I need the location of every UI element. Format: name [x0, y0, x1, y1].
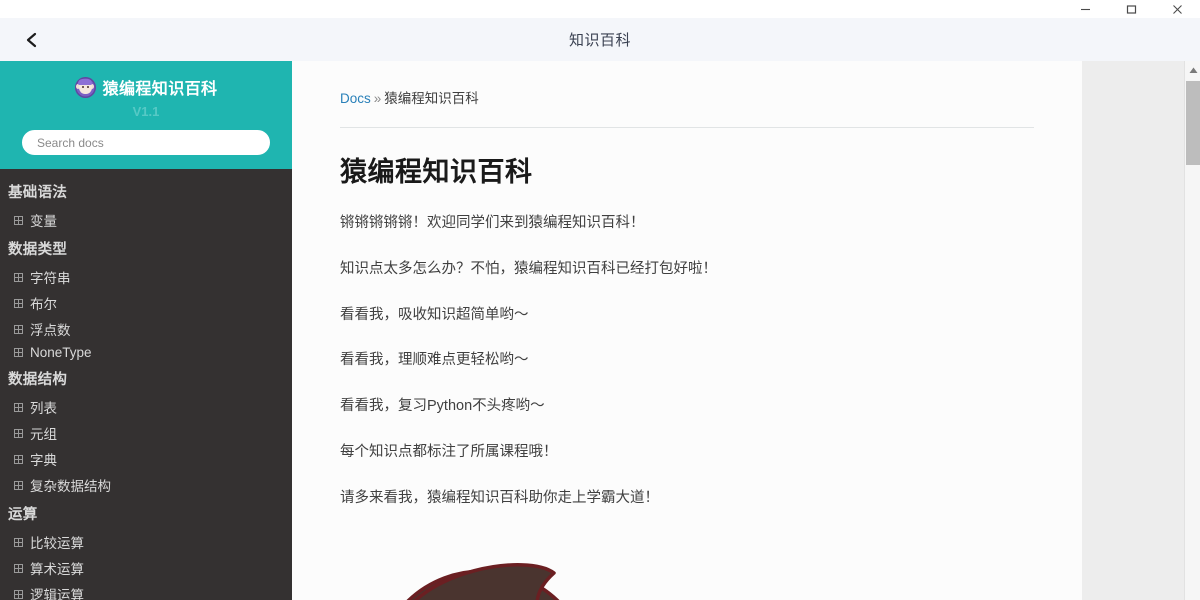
sidebar-item-label: 逻辑运算 — [30, 588, 84, 600]
document-paragraph: 看看我，复习Python不头疼哟～ — [340, 398, 545, 414]
sidebar-item-label: 变量 — [30, 214, 57, 229]
document-paragraph: 知识点太多怎么办？不怕，猿编程知识百科已经打包好啦！ — [340, 260, 717, 277]
document-paragraph: 看看我，理顺难点更轻松哟～ — [340, 352, 529, 369]
sidebar-item-label: 元组 — [30, 427, 57, 442]
sidebar-item[interactable]: 列表 — [0, 394, 292, 420]
sidebar-item[interactable]: 变量 — [0, 207, 292, 233]
sidebar: 猿编程知识百科 V1.1 基础语法变量数据类型字符串布尔浮点数 NoneType 数… — [0, 61, 292, 600]
breadcrumb-current: 猿编程知识百科 — [384, 91, 479, 106]
close-icon — [1172, 4, 1182, 14]
sidebar-item[interactable]: 字符串 — [0, 264, 292, 290]
sidebar-item[interactable]: 布尔 — [0, 290, 292, 316]
minimize-icon — [1080, 8, 1090, 10]
app-window: 知识百科 猿编程知识百科 V1.1 Search docs 基础语法 变量 数据… — [0, 0, 1200, 600]
sidebar-item[interactable]: 复杂数据结构 — [0, 472, 292, 498]
document-title: 猿编程知识百科 — [340, 157, 533, 187]
page-title: 知识百科 — [568, 32, 631, 49]
sidebar-caption: 基础语法 — [8, 185, 68, 201]
window-minimize-button[interactable] — [1062, 0, 1108, 18]
breadcrumb-separator: » — [373, 91, 382, 106]
sidebar-item[interactable]: 字典 — [0, 446, 292, 472]
window-maximize-button[interactable] — [1108, 0, 1154, 18]
sidebar-caption: 数据类型 — [8, 242, 68, 258]
document-paragraph: 请多来看我，猿编程知识百科助你走上学霸大道！ — [340, 489, 659, 506]
scroll-up-arrow-icon — [1189, 67, 1197, 73]
document-paragraph: 锵锵锵锵锵！欢迎同学们来到猿编程知识百科！ — [340, 215, 645, 231]
sidebar-item-label: NoneType — [30, 345, 92, 360]
sidebar-caption: 运算 — [8, 507, 38, 523]
chevron-left-icon — [26, 32, 37, 47]
right-gutter — [1082, 61, 1200, 600]
expand-plus-icon[interactable] — [14, 324, 23, 334]
scrollbar-thumb[interactable] — [1186, 81, 1200, 165]
maximize-icon — [1126, 4, 1136, 14]
body-area: 猿编程知识百科 V1.1 基础语法变量数据类型字符串布尔浮点数 NoneType 数… — [0, 61, 1200, 600]
sidebar-item-label: 列表 — [30, 401, 57, 416]
expand-plus-icon[interactable] — [14, 537, 23, 547]
expand-plus-icon[interactable] — [14, 563, 23, 573]
expand-plus-icon[interactable] — [14, 272, 23, 282]
expand-plus-icon[interactable] — [14, 298, 23, 308]
monkey-avatar-icon — [74, 76, 96, 98]
sidebar-item[interactable]: 比较运算 — [0, 529, 292, 555]
breadcrumb-home-link[interactable]: Docs — [340, 91, 371, 106]
expand-plus-icon[interactable] — [14, 428, 23, 438]
brand-name: 猿编程知识百科 — [102, 81, 218, 98]
breadcrumb-divider — [340, 127, 1034, 128]
sidebar-item[interactable]: 算术运算 — [0, 555, 292, 581]
document-body: 锵锵锵锵锵！欢迎同学们来到猿编程知识百科！ 知识点太多怎么办？不怕，猿编程知识百科… — [340, 213, 1034, 509]
sidebar-item-label: 布尔 — [30, 297, 57, 312]
version-label: V1.1 — [132, 104, 160, 119]
window-close-button[interactable] — [1154, 0, 1200, 18]
app-header: 知识百科 — [0, 18, 1200, 61]
sidebar-item-label: 字典 — [30, 453, 57, 468]
sidebar-item[interactable]: 逻辑运算 — [0, 581, 292, 600]
expand-plus-icon[interactable] — [14, 402, 23, 412]
sidebar-header: 猿编程知识百科 V1.1 — [0, 61, 292, 169]
expand-plus-icon[interactable] — [14, 215, 23, 225]
vertical-scrollbar[interactable] — [1184, 61, 1200, 600]
sidebar-item-label: 复杂数据结构 — [30, 479, 111, 494]
document-paragraph: 看看我，吸收知识超简单哟～ — [340, 306, 529, 323]
sidebar-item[interactable]: NoneType — [0, 342, 292, 363]
search-container — [10, 130, 282, 155]
sidebar-item[interactable]: 浮点数 — [0, 316, 292, 342]
document-paragraph: 每个知识点都标注了所属课程哦！ — [340, 443, 558, 460]
sidebar-item-label: 浮点数 — [30, 323, 71, 338]
expand-plus-icon[interactable] — [14, 480, 23, 490]
brand[interactable]: 猿编程知识百科 — [10, 75, 282, 99]
back-button[interactable] — [18, 26, 46, 54]
expand-plus-icon[interactable] — [14, 454, 23, 464]
sidebar-item-label: 算术运算 — [30, 562, 84, 577]
sidebar-nav: 基础语法变量数据类型字符串布尔浮点数 NoneType 数据结构列表元组字典复杂数据… — [0, 169, 292, 600]
sidebar-item-label: 字符串 — [30, 271, 71, 286]
scroll-up-button[interactable] — [1185, 63, 1200, 77]
monkey-mascot-illustration — [406, 563, 560, 600]
sidebar-item-label: 比较运算 — [30, 536, 84, 551]
search-input[interactable] — [22, 130, 270, 155]
content-area: Docs» 猿编程知识百科 猿编程知识百科 锵锵锵锵锵！欢迎同学们来到猿编程知识百… — [292, 61, 1082, 600]
breadcrumb: Docs» 猿编程知识百科 — [340, 87, 1034, 107]
expand-plus-icon[interactable] — [14, 348, 23, 357]
window-titlebar — [0, 0, 1200, 18]
mascot-container — [340, 549, 1034, 600]
sidebar-item[interactable]: 元组 — [0, 420, 292, 446]
expand-plus-icon[interactable] — [14, 589, 23, 599]
sidebar-caption: 数据结构 — [8, 372, 68, 388]
